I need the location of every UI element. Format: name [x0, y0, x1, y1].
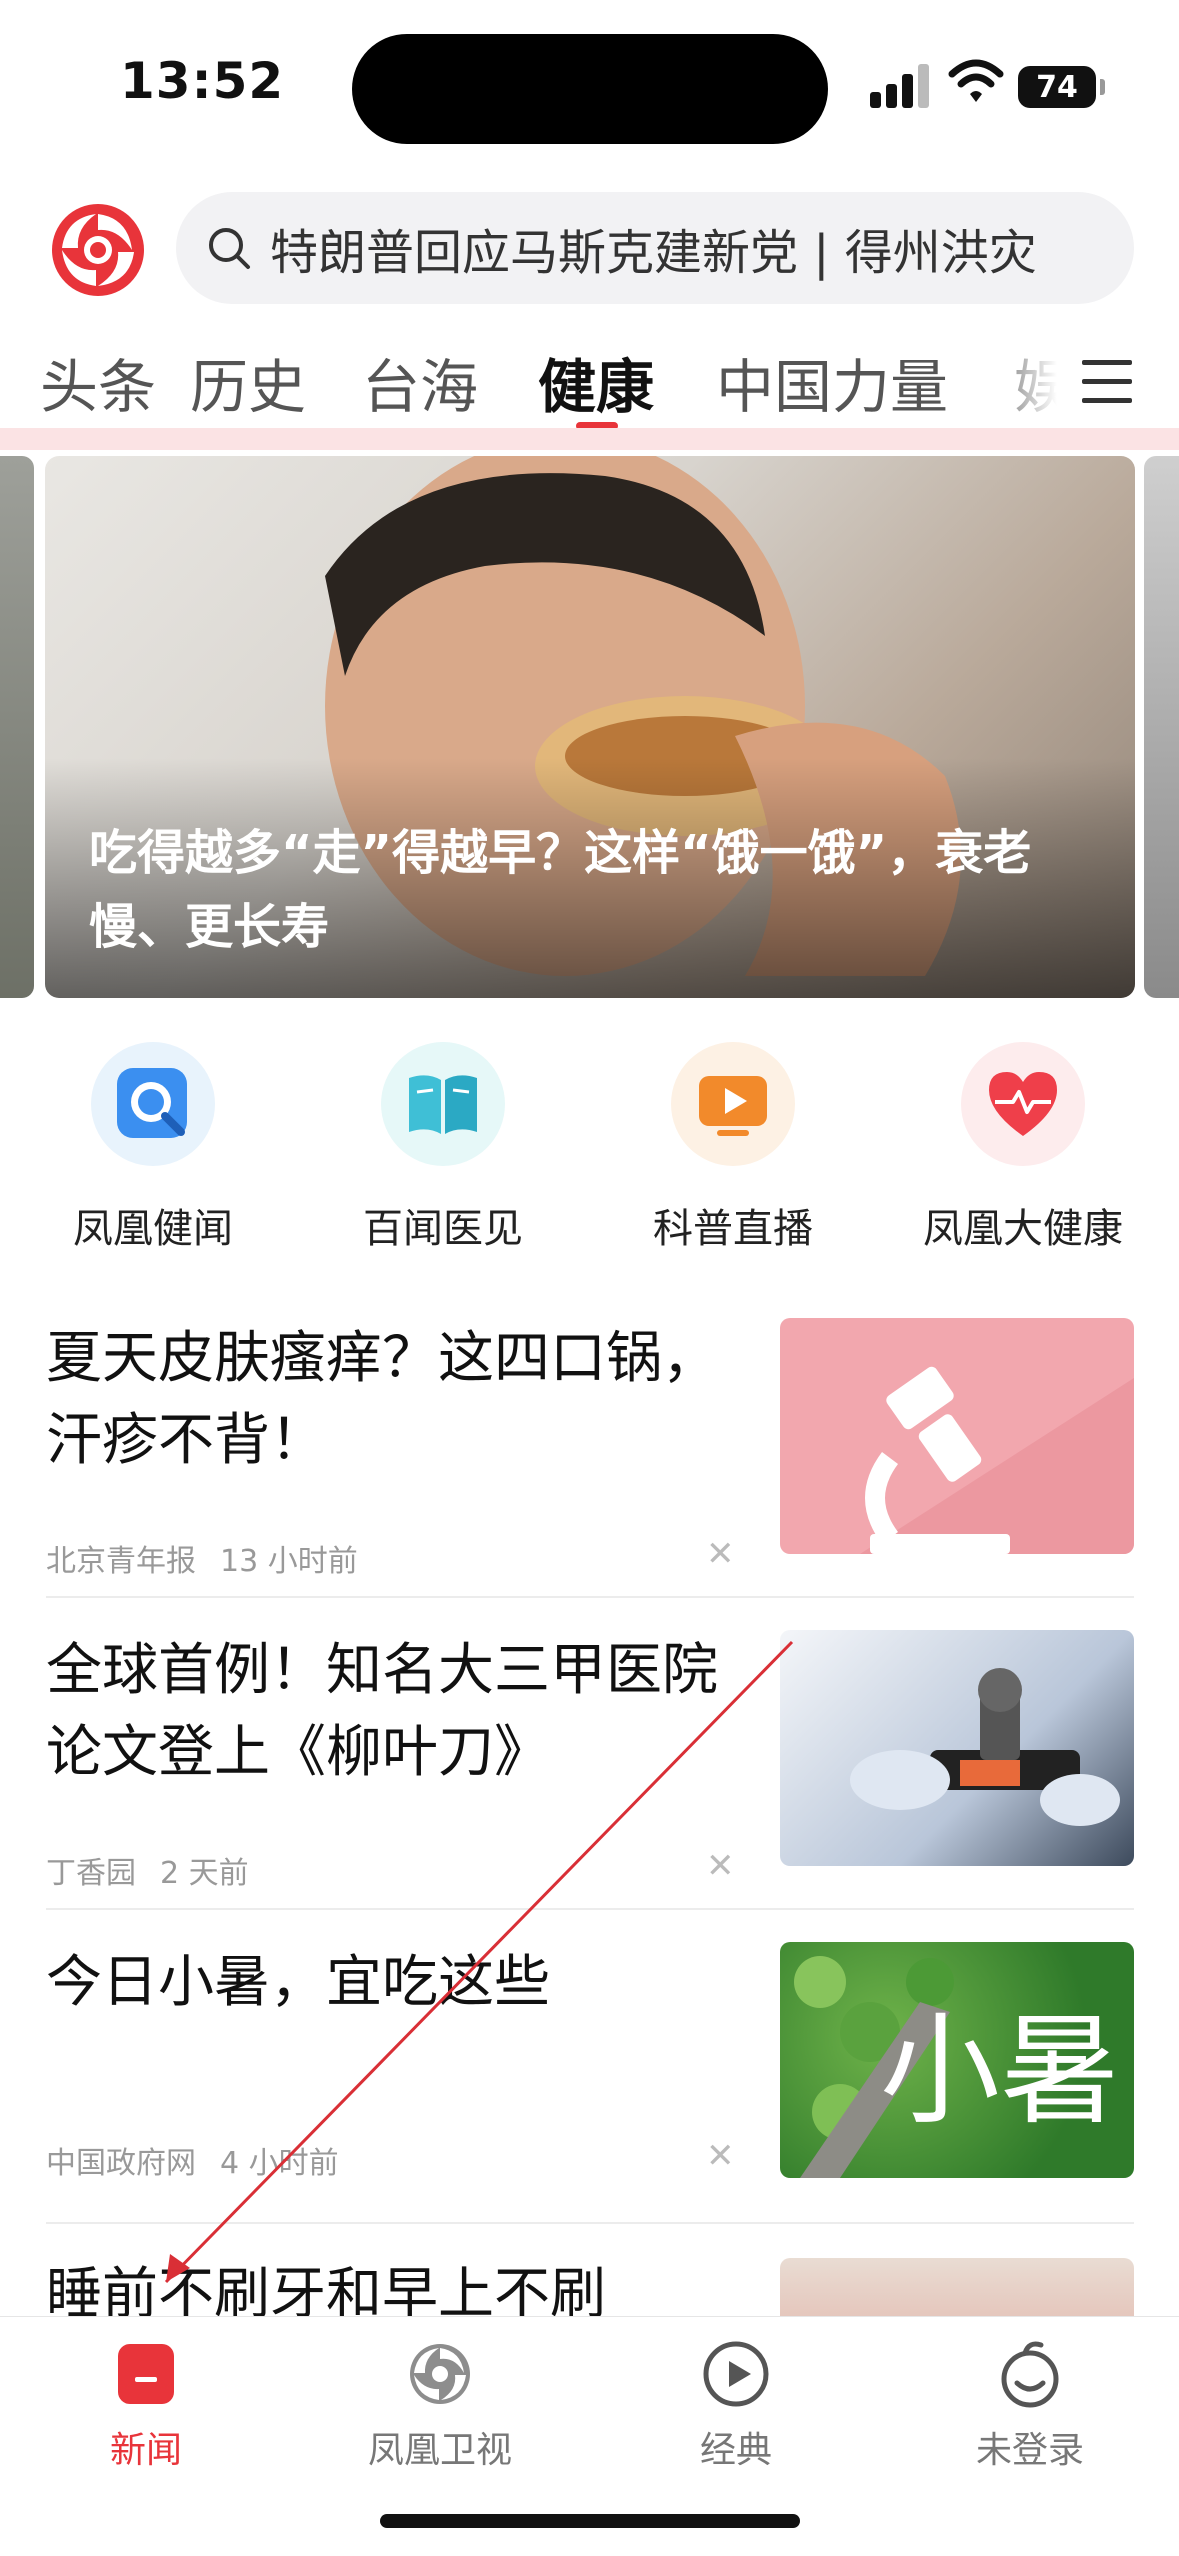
news-time: 13 小时前 — [220, 1544, 358, 1579]
list-divider — [46, 2222, 1134, 2224]
tab-health[interactable]: 健康 — [538, 340, 654, 424]
shortcut-baiwen-yijian[interactable]: 百闻医见 — [318, 1036, 568, 1254]
heart-pulse-icon — [961, 1042, 1085, 1166]
tab-label: 凤凰卫视 — [367, 2430, 512, 2471]
search-icon — [209, 228, 250, 269]
news-item[interactable]: 全球首例！知名大三甲医院论文登上《柳叶刀》 丁香园 2 天前 ✕ — [46, 1630, 1134, 1906]
thumb-calligraphy-text: 小暑 — [880, 2002, 1120, 2141]
shortcut-fenghuang-jianwen[interactable]: 凤凰健闻 — [28, 1036, 278, 1254]
dismiss-icon[interactable]: ✕ — [706, 1534, 735, 1574]
home-indicator — [380, 2514, 800, 2528]
search-hint-text: 特朗普回应马斯克建新党 | 得州洪灾 — [270, 225, 1037, 281]
banner-carousel[interactable]: 吃得越多“走”得越早？这样“饿一饿”，衰老慢、更长寿 — [45, 456, 1135, 998]
news-time: 2 天前 — [160, 1856, 249, 1891]
dismiss-icon[interactable]: ✕ — [706, 2136, 735, 2176]
shortcut-label: 凤凰健闻 — [73, 1206, 233, 1252]
play-tv-icon — [671, 1042, 795, 1166]
news-thumbnail: 小暑 — [780, 1942, 1134, 2178]
news-title: 夏天皮肤瘙痒？这四口锅，汗疹不背！ — [46, 1326, 718, 1473]
user-avatar-icon — [1001, 2341, 1059, 2408]
battery-indicator: 74 — [1018, 66, 1105, 108]
tab-login[interactable]: 未登录 — [930, 2339, 1130, 2473]
tab-label: 未登录 — [975, 2430, 1084, 2471]
status-time: 13:52 — [120, 52, 285, 110]
phoenix-logo-icon[interactable] — [48, 200, 148, 300]
shortcut-fenghuang-dajiankang[interactable]: 凤凰大健康 — [898, 1036, 1148, 1254]
news-meta: 丁香园 2 天前 — [46, 1848, 249, 1892]
header-divider — [0, 428, 1179, 450]
phoenix-tv-icon — [410, 2344, 470, 2404]
news-source: 中国政府网 — [46, 2146, 196, 2181]
wifi-icon — [948, 59, 1004, 102]
shortcut-kepu-zhibo[interactable]: 科普直播 — [608, 1036, 858, 1254]
news-item[interactable]: 今日小暑，宜吃这些 中国政府网 4 小时前 ✕ 小暑 — [46, 1942, 1134, 2218]
list-divider — [46, 1596, 1134, 1598]
dismiss-icon[interactable]: ✕ — [706, 1846, 735, 1886]
tab-phoenix-tv[interactable]: 凤凰卫视 — [340, 2339, 540, 2473]
news-title: 今日小暑，宜吃这些 — [46, 1950, 550, 2015]
news-icon — [118, 2344, 174, 2404]
carousel-prev-peek[interactable] — [0, 456, 34, 998]
tab-fade-overlay — [980, 320, 1090, 432]
dynamic-island — [352, 34, 828, 144]
tab-classics[interactable]: 经典 — [636, 2339, 836, 2473]
carousel-next-peek[interactable] — [1144, 456, 1179, 998]
tab-headlines[interactable]: 头条 — [40, 340, 156, 424]
news-meta: 中国政府网 4 小时前 — [46, 2138, 339, 2182]
news-thumbnail — [780, 1318, 1134, 1554]
news-title: 全球首例！知名大三甲医院论文登上《柳叶刀》 — [46, 1638, 718, 1785]
open-book-icon — [381, 1042, 505, 1166]
tab-taiwan-strait[interactable]: 台海 — [362, 340, 478, 424]
tab-label: 新闻 — [109, 2430, 182, 2471]
news-source: 丁香园 — [46, 1856, 136, 1891]
shortcut-label: 百闻医见 — [363, 1206, 523, 1252]
shortcut-label: 凤凰大健康 — [923, 1206, 1123, 1252]
health-shortcuts: 凤凰健闻 百闻医见 科普直播 凤凰大健康 — [0, 1036, 1179, 1256]
search-bar[interactable]: 特朗普回应马斯克建新党 | 得州洪灾 — [176, 192, 1134, 304]
status-bar: 13:52 74 — [0, 0, 1179, 170]
cellular-signal-icon — [870, 64, 930, 108]
news-time: 4 小时前 — [220, 2146, 339, 2181]
banner-caption: 吃得越多“走”得越早？这样“饿一饿”，衰老慢、更长寿 — [89, 825, 1032, 955]
shortcut-label: 科普直播 — [653, 1206, 813, 1252]
tab-news[interactable]: 新闻 — [46, 2339, 246, 2473]
news-source: 北京青年报 — [46, 1544, 196, 1579]
news-meta: 北京青年报 13 小时前 — [46, 1536, 358, 1580]
search-magnifier-icon — [91, 1042, 215, 1166]
channel-menu-icon[interactable] — [1082, 360, 1132, 404]
list-divider — [46, 1908, 1134, 1910]
channel-tabs: 头条 历史 台海 健康 中国力量 娱 — [0, 320, 1179, 432]
tab-label: 经典 — [699, 2430, 772, 2471]
news-item[interactable]: 夏天皮肤瘙痒？这四口锅，汗疹不背！ 北京青年报 13 小时前 ✕ — [46, 1318, 1134, 1594]
play-circle-icon — [703, 2341, 769, 2407]
news-thumbnail — [780, 1630, 1134, 1866]
tab-china-power[interactable]: 中国力量 — [716, 340, 948, 424]
tab-history[interactable]: 历史 — [190, 340, 306, 424]
